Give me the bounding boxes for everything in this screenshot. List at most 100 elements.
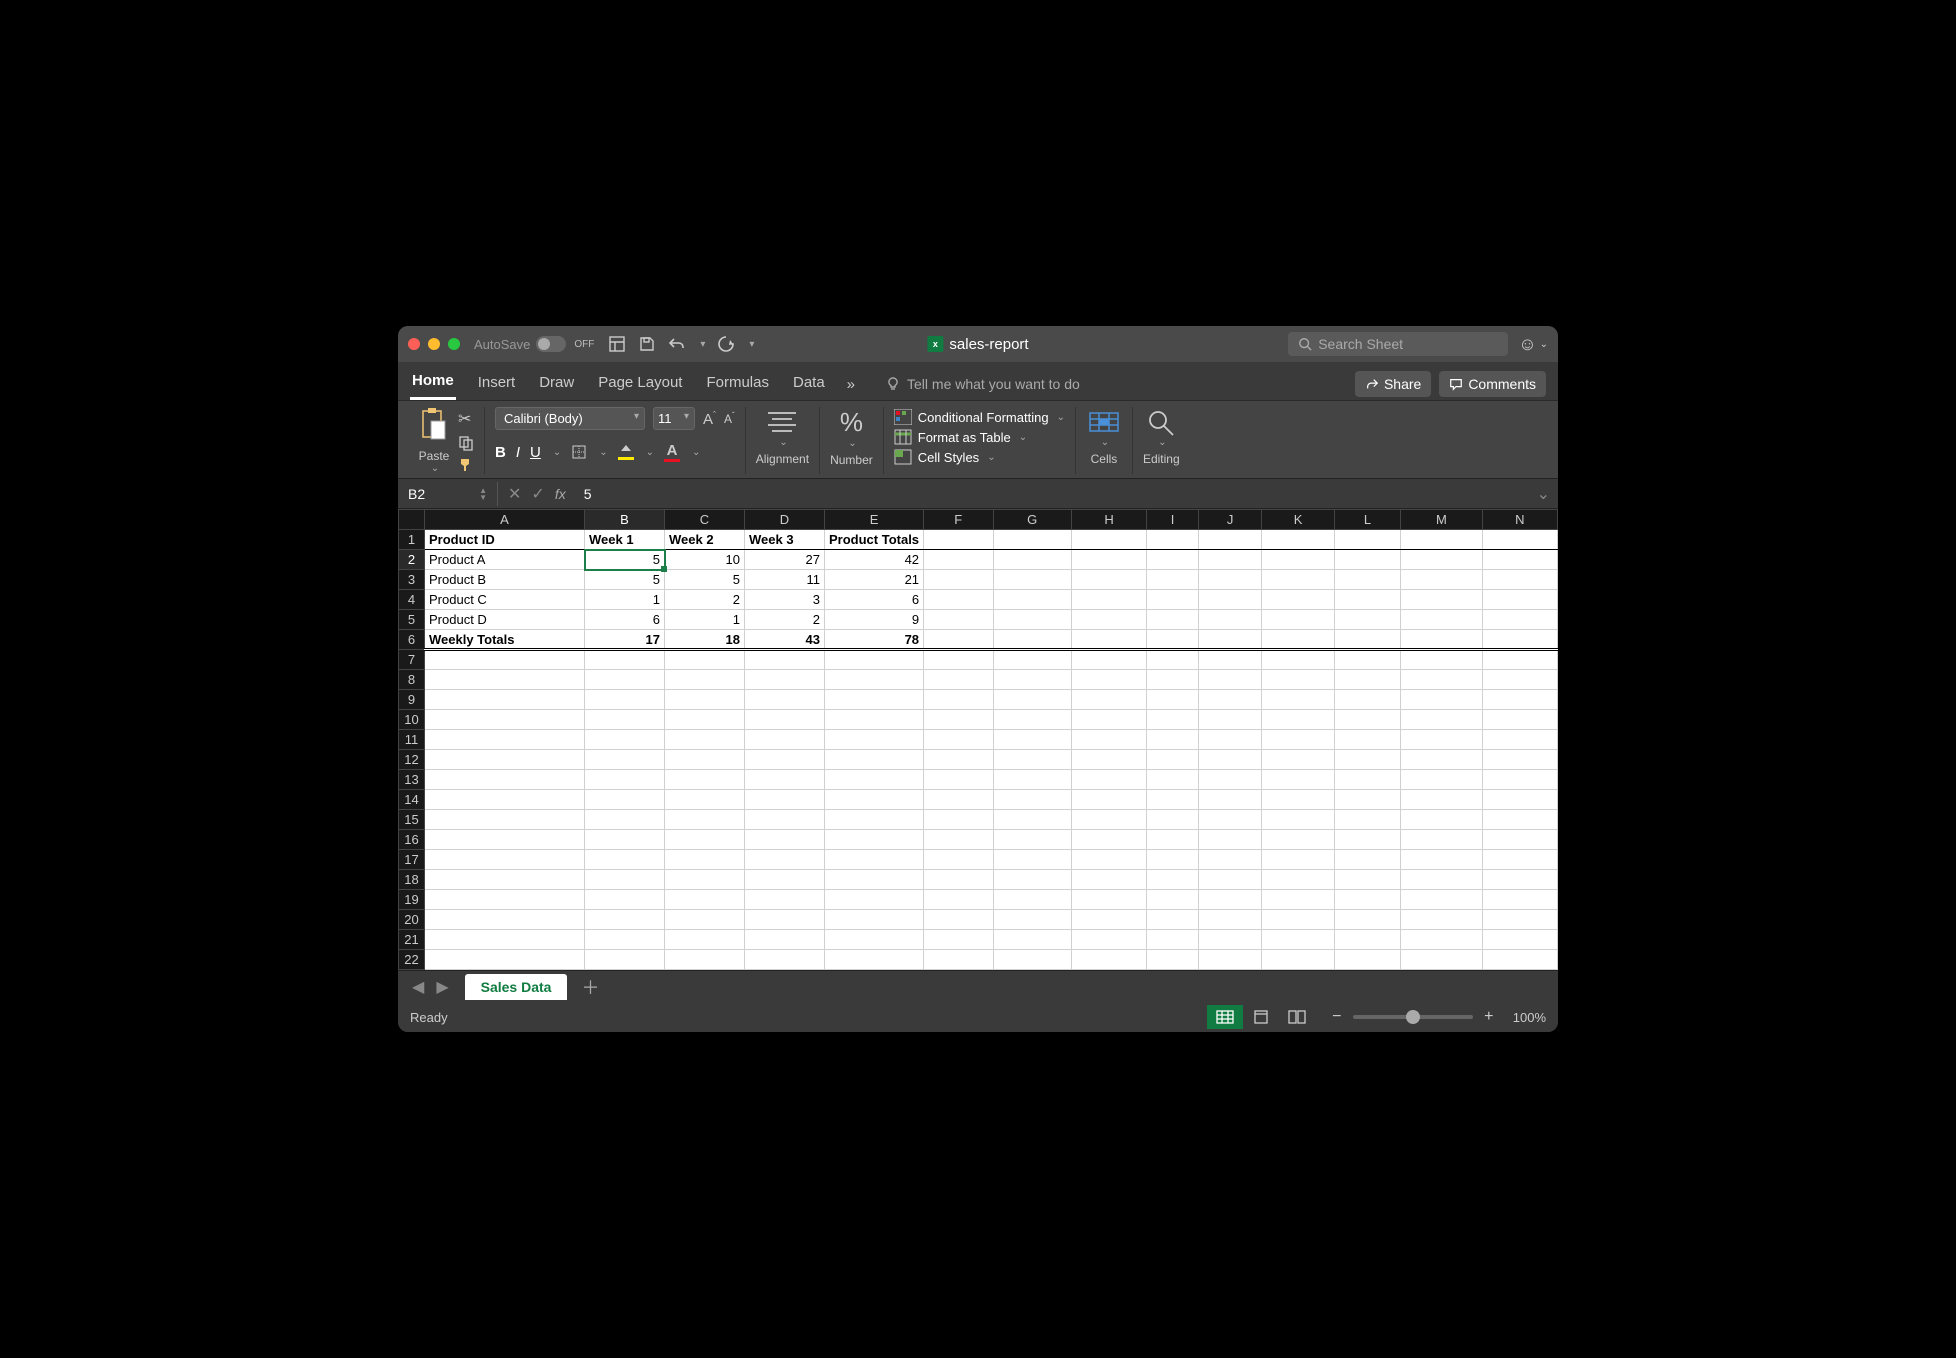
cell-J11[interactable] [1198,730,1262,750]
cell-M17[interactable] [1401,850,1482,870]
cell-K17[interactable] [1262,850,1334,870]
cell-E7[interactable] [825,650,924,670]
cell-N12[interactable] [1482,750,1557,770]
cell-E10[interactable] [825,710,924,730]
add-sheet-icon[interactable]: ＋ [581,974,599,1000]
cell-E12[interactable] [825,750,924,770]
cell-B9[interactable] [585,690,665,710]
cell-A3[interactable]: Product B [425,570,585,590]
cell-A20[interactable] [425,910,585,930]
row-header-5[interactable]: 5 [399,610,425,630]
cell-E4[interactable]: 6 [825,590,924,610]
cell-J5[interactable] [1198,610,1262,630]
cell-M19[interactable] [1401,890,1482,910]
cell-D7[interactable] [745,650,825,670]
feedback-dropdown-icon[interactable]: ⌄ [1540,339,1548,350]
cell-H10[interactable] [1071,710,1146,730]
cell-E9[interactable] [825,690,924,710]
row-header-14[interactable]: 14 [399,790,425,810]
cell-B18[interactable] [585,870,665,890]
cell-N10[interactable] [1482,710,1557,730]
cell-H7[interactable] [1071,650,1146,670]
row-header-10[interactable]: 10 [399,710,425,730]
cell-G11[interactable] [993,730,1071,750]
cell-N13[interactable] [1482,770,1557,790]
col-header-A[interactable]: A [425,510,585,530]
cell-N1[interactable] [1482,530,1557,550]
cell-I22[interactable] [1147,950,1199,970]
cell-L19[interactable] [1334,890,1401,910]
cell-L12[interactable] [1334,750,1401,770]
cell-F3[interactable] [924,570,993,590]
autosave-toggle[interactable]: AutoSave OFF [474,336,594,352]
cell-N16[interactable] [1482,830,1557,850]
cell-E2[interactable]: 42 [825,550,924,570]
tabs-overflow-icon[interactable]: » [847,376,855,393]
cell-I6[interactable] [1147,630,1199,650]
cell-K8[interactable] [1262,670,1334,690]
cell-J19[interactable] [1198,890,1262,910]
cell-N14[interactable] [1482,790,1557,810]
cell-I12[interactable] [1147,750,1199,770]
cell-L16[interactable] [1334,830,1401,850]
cell-G6[interactable] [993,630,1071,650]
tab-data[interactable]: Data [791,370,827,399]
save-icon[interactable] [638,335,656,353]
cell-D6[interactable]: 43 [745,630,825,650]
cell-K9[interactable] [1262,690,1334,710]
cell-N4[interactable] [1482,590,1557,610]
cell-M3[interactable] [1401,570,1482,590]
cell-H16[interactable] [1071,830,1146,850]
cell-A10[interactable] [425,710,585,730]
cell-E3[interactable]: 21 [825,570,924,590]
cell-H17[interactable] [1071,850,1146,870]
cell-G15[interactable] [993,810,1071,830]
cell-L14[interactable] [1334,790,1401,810]
cell-K18[interactable] [1262,870,1334,890]
cell-M7[interactable] [1401,650,1482,670]
sheet-nav-prev-icon[interactable]: ◀ [406,977,430,997]
copy-icon[interactable] [458,435,474,451]
cell-L22[interactable] [1334,950,1401,970]
cell-A5[interactable]: Product D [425,610,585,630]
borders-dropdown-icon[interactable]: ⌄ [599,447,607,458]
feedback-smiley-icon[interactable]: ☺ [1518,334,1536,355]
close-window-icon[interactable] [408,338,420,350]
cell-E5[interactable]: 9 [825,610,924,630]
cell-A1[interactable]: Product ID [425,530,585,550]
cell-I7[interactable] [1147,650,1199,670]
row-header-12[interactable]: 12 [399,750,425,770]
cell-J4[interactable] [1198,590,1262,610]
cell-E1[interactable]: Product Totals [825,530,924,550]
cell-E17[interactable] [825,850,924,870]
cell-A14[interactable] [425,790,585,810]
cell-H14[interactable] [1071,790,1146,810]
toggle-icon[interactable] [536,336,566,352]
cell-I18[interactable] [1147,870,1199,890]
cell-J17[interactable] [1198,850,1262,870]
cell-I5[interactable] [1147,610,1199,630]
cell-I11[interactable] [1147,730,1199,750]
cell-F5[interactable] [924,610,993,630]
cell-J9[interactable] [1198,690,1262,710]
cell-K7[interactable] [1262,650,1334,670]
cell-K19[interactable] [1262,890,1334,910]
cell-B20[interactable] [585,910,665,930]
row-header-6[interactable]: 6 [399,630,425,650]
cell-G21[interactable] [993,930,1071,950]
cell-G4[interactable] [993,590,1071,610]
cell-D3[interactable]: 11 [745,570,825,590]
row-header-13[interactable]: 13 [399,770,425,790]
cell-D16[interactable] [745,830,825,850]
cell-I20[interactable] [1147,910,1199,930]
cell-L3[interactable] [1334,570,1401,590]
col-header-L[interactable]: L [1334,510,1401,530]
spreadsheet-grid[interactable]: ABCDEFGHIJKLMN1Product IDWeek 1Week 2Wee… [398,509,1558,970]
cell-J20[interactable] [1198,910,1262,930]
cell-M13[interactable] [1401,770,1482,790]
cell-K15[interactable] [1262,810,1334,830]
cell-L15[interactable] [1334,810,1401,830]
cell-B13[interactable] [585,770,665,790]
number-format-icon[interactable]: % [840,407,863,438]
cell-J21[interactable] [1198,930,1262,950]
